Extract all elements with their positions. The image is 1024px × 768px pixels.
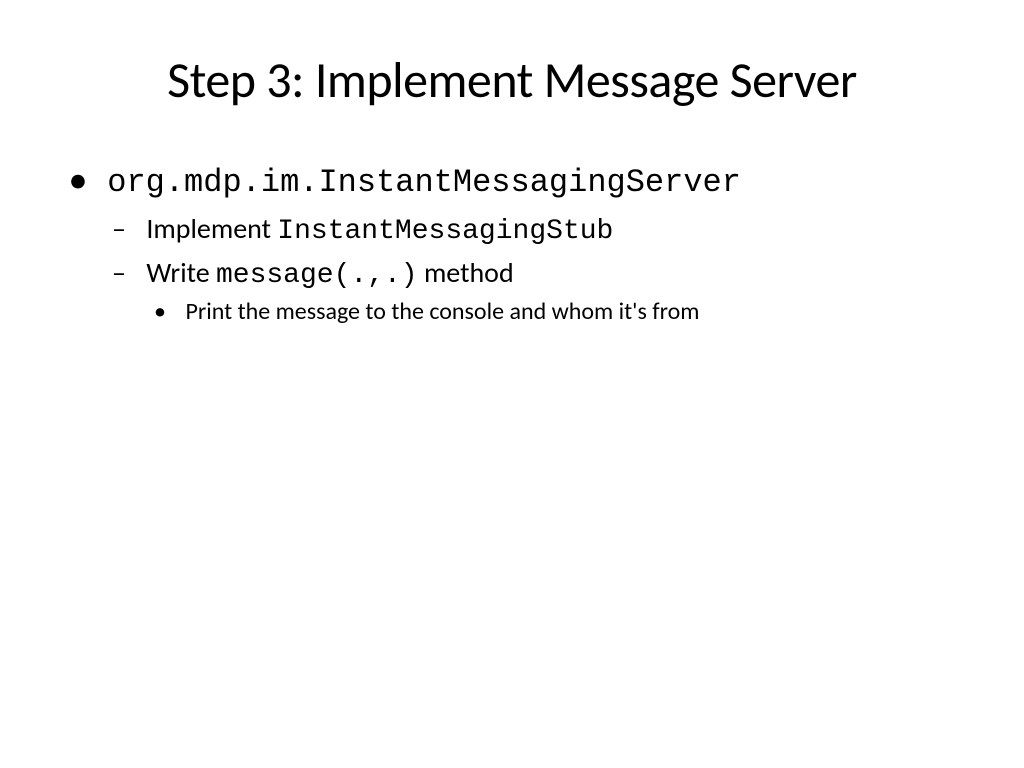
bullet3-code: message(.,.) — [216, 260, 418, 291]
bullet-level2-write: Write message(.,.) method — [140, 255, 964, 291]
bullet1-code: org.mdp.im.InstantMessagingServer — [107, 164, 741, 201]
bullet3-post: method — [418, 255, 514, 290]
bullet2-code: InstantMessagingStub — [277, 216, 613, 247]
slide-title: Step 3: Implement Message Server — [60, 50, 964, 111]
bullet2-pre: Implement — [146, 211, 277, 246]
slide-content: org.mdp.im.InstantMessagingServer Implem… — [60, 161, 964, 326]
bullet3-pre: Write — [146, 255, 216, 290]
bullet4-text: Print the message to the console and who… — [185, 297, 699, 326]
bullet-level2-implement: Implement InstantMessagingStub — [140, 211, 964, 247]
bullet-level3-print: Print the message to the console and who… — [180, 297, 964, 326]
bullet-level1: org.mdp.im.InstantMessagingServer — [100, 161, 964, 201]
